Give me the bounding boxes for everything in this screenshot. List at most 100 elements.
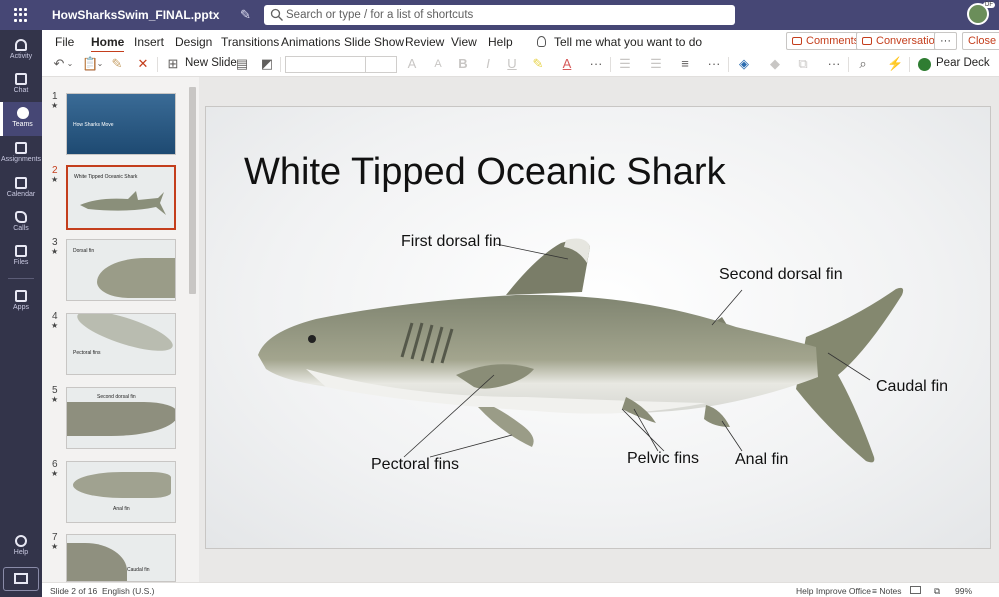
new-slide-button[interactable]: New Slide — [185, 57, 237, 69]
tab-home[interactable]: Home — [91, 35, 125, 53]
tab-insert[interactable]: Insert — [134, 35, 164, 49]
paste-dropdown-icon[interactable]: ⌄ — [96, 56, 104, 72]
close-button[interactable]: Close — [962, 32, 999, 50]
label-pectoral-fins[interactable]: Pectoral fins — [371, 456, 459, 474]
label-anal-fin[interactable]: Anal fin — [735, 451, 788, 469]
align-icon[interactable]: ≡ — [678, 56, 692, 72]
tab-slide-show[interactable]: Slide Show — [344, 35, 404, 49]
rail-activity[interactable]: Activity — [0, 34, 42, 68]
rail-calendar[interactable]: Calendar — [0, 172, 42, 206]
numbering-icon[interactable]: ☰ — [649, 56, 663, 72]
normal-view-icon[interactable] — [910, 586, 921, 594]
font-size-select[interactable] — [365, 56, 397, 73]
slide-thumbnail-7[interactable]: Caudal fin — [66, 534, 176, 582]
current-slide[interactable]: White Tipped Oceanic Shark First dorsal … — [205, 106, 991, 549]
bold-icon[interactable]: B — [457, 56, 469, 72]
thumbnail-image — [67, 402, 175, 436]
language-indicator[interactable]: English (U.S.) — [102, 586, 154, 596]
rail-label: Help — [13, 549, 29, 556]
find-icon[interactable]: ⌕ — [856, 56, 870, 72]
tab-view[interactable]: View — [451, 35, 477, 49]
slide-title[interactable]: White Tipped Oceanic Shark — [244, 151, 726, 194]
rail-assignments[interactable]: Assignments — [0, 137, 42, 171]
tab-review[interactable]: Review — [405, 35, 444, 49]
lightning-icon[interactable]: ⚡ — [887, 56, 903, 72]
font-color-icon[interactable]: A — [560, 56, 574, 72]
slide-thumbnail-4[interactable]: Pectoral fins — [66, 313, 176, 375]
shrink-font-icon[interactable]: A — [431, 56, 445, 72]
format-painter-icon[interactable]: ✎ — [110, 56, 124, 72]
slide-thumbnail-5[interactable]: Second dorsal fin — [66, 387, 176, 449]
slide-thumbnail-3[interactable]: Dorsal fin — [66, 239, 176, 301]
tab-transitions[interactable]: Transitions — [221, 35, 279, 49]
file-icon — [15, 245, 27, 257]
new-slide-icon[interactable]: ⊞ — [166, 56, 180, 72]
app-launcher-icon[interactable] — [14, 8, 28, 22]
leader-line — [429, 434, 513, 458]
rail-help[interactable]: Help — [0, 530, 42, 564]
zoom-level[interactable]: 99% — [955, 586, 972, 596]
bell-icon — [15, 39, 27, 51]
more-font-icon[interactable]: ··· — [588, 56, 604, 72]
pear-deck-icon — [918, 58, 931, 71]
rail-files[interactable]: Files — [0, 240, 42, 274]
rail-apps[interactable]: Apps — [0, 285, 42, 319]
app-rail: Activity Chat Teams Assignments Calendar… — [0, 30, 42, 597]
underline-icon[interactable]: U — [506, 56, 518, 72]
label-caudal-fin[interactable]: Caudal fin — [876, 378, 948, 396]
layout-icon[interactable]: ▤ — [235, 56, 249, 72]
tab-animations[interactable]: Animations — [281, 35, 340, 49]
help-improve-link[interactable]: Help Improve Office — [796, 586, 871, 596]
download-app-button[interactable] — [3, 567, 39, 591]
document-title[interactable]: HowSharksSwim_FINAL.pptx — [52, 8, 219, 22]
shape-fill-icon[interactable]: ◆ — [768, 56, 782, 72]
label-pelvic-fins[interactable]: Pelvic fins — [627, 450, 699, 468]
slideshow-view-icon[interactable]: ⧉ — [934, 586, 940, 597]
paste-icon[interactable]: 📋 — [82, 56, 98, 72]
slide-thumbnail-2[interactable]: White Tipped Oceanic Shark — [66, 165, 176, 230]
tab-file[interactable]: File — [55, 35, 74, 49]
thumbnail-scrollbar-thumb[interactable] — [189, 87, 196, 294]
toolbar-divider — [848, 57, 849, 72]
notes-button[interactable]: ≡ Notes — [872, 586, 902, 596]
more-options-button[interactable]: ··· — [934, 32, 957, 50]
slide-thumbnail-1[interactable]: How Sharks Move — [66, 93, 176, 155]
design-ideas-icon[interactable]: ◩ — [260, 56, 274, 72]
star-icon: ★ — [51, 469, 59, 478]
rail-chat[interactable]: Chat — [0, 68, 42, 102]
search-placeholder: Search or type / for a list of shortcuts — [286, 9, 474, 21]
more-drawing-icon[interactable]: ··· — [826, 56, 842, 72]
thumbnail-title: How Sharks Move — [73, 122, 114, 128]
tab-design[interactable]: Design — [175, 35, 212, 49]
shapes-icon[interactable]: ◈ — [736, 56, 752, 72]
rail-calls[interactable]: Calls — [0, 206, 42, 240]
teams-icon — [16, 107, 29, 119]
pear-deck-button[interactable]: Pear Deck — [936, 57, 990, 69]
toolbar-divider — [728, 57, 729, 72]
highlight-icon[interactable]: ✎ — [531, 56, 545, 72]
search-input[interactable]: Search or type / for a list of shortcuts — [264, 5, 735, 25]
label-first-dorsal-fin[interactable]: First dorsal fin — [401, 233, 501, 251]
comments-button[interactable]: Comments — [786, 32, 866, 50]
label-second-dorsal-fin[interactable]: Second dorsal fin — [719, 266, 843, 284]
rail-teams[interactable]: Teams — [0, 102, 42, 136]
bullets-icon[interactable]: ☰ — [618, 56, 632, 72]
arrange-icon[interactable]: ⧉ — [796, 56, 810, 72]
font-name-select[interactable] — [285, 56, 366, 73]
grow-font-icon[interactable]: A — [405, 56, 419, 72]
tab-help[interactable]: Help — [488, 35, 513, 49]
undo-icon[interactable]: ↶ — [52, 56, 66, 72]
undo-dropdown-icon[interactable]: ⌄ — [66, 56, 74, 72]
delete-icon[interactable]: ✕ — [136, 56, 150, 72]
rail-divider — [8, 278, 34, 279]
tell-me-box[interactable]: Tell me what you want to do — [537, 35, 702, 49]
rename-icon[interactable]: ✎ — [240, 7, 251, 23]
comments-label: Comments — [806, 35, 860, 47]
leader-line — [721, 420, 743, 452]
chat-icon — [15, 73, 27, 85]
leader-line — [711, 289, 743, 326]
slide-thumbnail-6[interactable]: Anal fin — [66, 461, 176, 523]
italic-icon[interactable]: I — [482, 56, 494, 72]
more-paragraph-icon[interactable]: ··· — [706, 56, 722, 72]
thumbnail-title: Dorsal fin — [73, 248, 95, 254]
